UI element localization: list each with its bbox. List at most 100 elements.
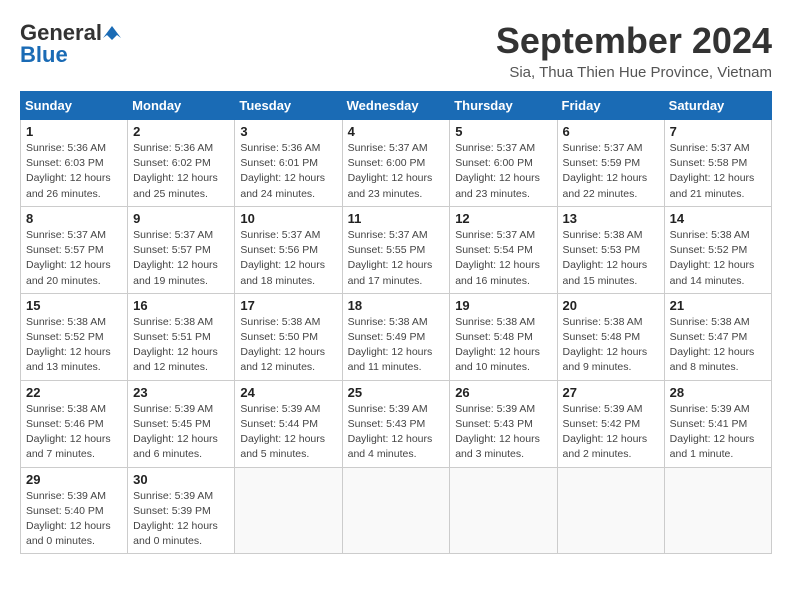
logo-blue: Blue [20,42,68,68]
day-number: 27 [563,385,659,400]
day-info: Sunrise: 5:39 AM Sunset: 5:40 PM Dayligh… [26,489,122,550]
col-header-friday: Friday [557,92,664,120]
calendar-cell: 13 Sunrise: 5:38 AM Sunset: 5:53 PM Dayli… [557,206,664,293]
day-info: Sunrise: 5:39 AM Sunset: 5:43 PM Dayligh… [348,402,445,463]
calendar-cell [664,467,771,554]
day-info: Sunrise: 5:39 AM Sunset: 5:41 PM Dayligh… [670,402,766,463]
calendar-cell: 2Sunrise: 5:36 AM Sunset: 6:02 PM Daylig… [128,120,235,207]
calendar-cell: 3 Sunrise: 5:36 AM Sunset: 6:01 PM Daylig… [235,120,342,207]
day-number: 3 [240,124,336,139]
calendar-cell: 25 Sunrise: 5:39 AM Sunset: 5:43 PM Dayli… [342,380,450,467]
day-number: 1 [26,124,122,139]
day-number: 16 [133,298,229,313]
day-info: Sunrise: 5:39 AM Sunset: 5:45 PM Dayligh… [133,402,229,463]
calendar-week-1: 1 Sunrise: 5:36 AM Sunset: 6:03 PM Daylig… [21,120,772,207]
day-info: Sunrise: 5:37 AM Sunset: 5:59 PM Dayligh… [563,141,659,202]
day-info: Sunrise: 5:38 AM Sunset: 5:49 PM Dayligh… [348,315,445,376]
col-header-sunday: Sunday [21,92,128,120]
col-header-saturday: Saturday [664,92,771,120]
day-number: 21 [670,298,766,313]
day-info: Sunrise: 5:39 AM Sunset: 5:42 PM Dayligh… [563,402,659,463]
day-number: 25 [348,385,445,400]
day-info: Sunrise: 5:37 AM Sunset: 5:57 PM Dayligh… [133,228,229,289]
calendar-cell: 11 Sunrise: 5:37 AM Sunset: 5:55 PM Dayli… [342,206,450,293]
day-number: 22 [26,385,122,400]
day-info: Sunrise: 5:37 AM Sunset: 5:56 PM Dayligh… [240,228,336,289]
day-number: 30 [133,472,229,487]
logo: General Blue [20,20,122,68]
day-number: 14 [670,211,766,226]
col-header-monday: Monday [128,92,235,120]
day-info: Sunrise: 5:38 AM Sunset: 5:47 PM Dayligh… [670,315,766,376]
day-number: 7 [670,124,766,139]
calendar-week-5: 29 Sunrise: 5:39 AM Sunset: 5:40 PM Dayli… [21,467,772,554]
calendar-week-4: 22 Sunrise: 5:38 AM Sunset: 5:46 PM Dayli… [21,380,772,467]
day-number: 28 [670,385,766,400]
calendar-cell: 21 Sunrise: 5:38 AM Sunset: 5:47 PM Dayli… [664,293,771,380]
day-info: Sunrise: 5:37 AM Sunset: 6:00 PM Dayligh… [348,141,445,202]
calendar-cell: 18 Sunrise: 5:38 AM Sunset: 5:49 PM Dayli… [342,293,450,380]
page-header: General Blue September 2024 Sia, Thua Th… [20,20,772,81]
calendar-cell: 6Sunrise: 5:37 AM Sunset: 5:59 PM Daylig… [557,120,664,207]
day-info: Sunrise: 5:38 AM Sunset: 5:52 PM Dayligh… [26,315,122,376]
calendar-header-row: SundayMondayTuesdayWednesdayThursdayFrid… [21,92,772,120]
calendar-cell: 1 Sunrise: 5:36 AM Sunset: 6:03 PM Daylig… [21,120,128,207]
col-header-tuesday: Tuesday [235,92,342,120]
calendar-cell: 5 Sunrise: 5:37 AM Sunset: 6:00 PM Daylig… [450,120,557,207]
calendar-cell: 7 Sunrise: 5:37 AM Sunset: 5:58 PM Daylig… [664,120,771,207]
calendar-cell [557,467,664,554]
day-number: 10 [240,211,336,226]
calendar-cell: 30Sunrise: 5:39 AM Sunset: 5:39 PM Dayli… [128,467,235,554]
day-info: Sunrise: 5:37 AM Sunset: 6:00 PM Dayligh… [455,141,551,202]
day-info: Sunrise: 5:37 AM Sunset: 5:54 PM Dayligh… [455,228,551,289]
day-info: Sunrise: 5:36 AM Sunset: 6:03 PM Dayligh… [26,141,122,202]
day-number: 5 [455,124,551,139]
day-info: Sunrise: 5:38 AM Sunset: 5:52 PM Dayligh… [670,228,766,289]
calendar-cell: 15 Sunrise: 5:38 AM Sunset: 5:52 PM Dayli… [21,293,128,380]
logo-bird-icon [103,24,121,42]
day-number: 11 [348,211,445,226]
day-number: 15 [26,298,122,313]
calendar-cell [235,467,342,554]
day-number: 2 [133,124,229,139]
calendar-cell: 16Sunrise: 5:38 AM Sunset: 5:51 PM Dayli… [128,293,235,380]
calendar-week-3: 15 Sunrise: 5:38 AM Sunset: 5:52 PM Dayli… [21,293,772,380]
day-number: 13 [563,211,659,226]
calendar-cell: 8 Sunrise: 5:37 AM Sunset: 5:57 PM Daylig… [21,206,128,293]
calendar-cell: 19Sunrise: 5:38 AM Sunset: 5:48 PM Dayli… [450,293,557,380]
day-info: Sunrise: 5:38 AM Sunset: 5:53 PM Dayligh… [563,228,659,289]
calendar-cell: 4 Sunrise: 5:37 AM Sunset: 6:00 PM Daylig… [342,120,450,207]
day-number: 24 [240,385,336,400]
day-number: 26 [455,385,551,400]
day-info: Sunrise: 5:38 AM Sunset: 5:46 PM Dayligh… [26,402,122,463]
calendar-cell: 24 Sunrise: 5:39 AM Sunset: 5:44 PM Dayli… [235,380,342,467]
day-number: 20 [563,298,659,313]
day-number: 17 [240,298,336,313]
calendar-cell: 23Sunrise: 5:39 AM Sunset: 5:45 PM Dayli… [128,380,235,467]
calendar-cell: 20Sunrise: 5:38 AM Sunset: 5:48 PM Dayli… [557,293,664,380]
col-header-thursday: Thursday [450,92,557,120]
calendar-week-2: 8 Sunrise: 5:37 AM Sunset: 5:57 PM Daylig… [21,206,772,293]
calendar-cell: 10 Sunrise: 5:37 AM Sunset: 5:56 PM Dayli… [235,206,342,293]
day-info: Sunrise: 5:39 AM Sunset: 5:44 PM Dayligh… [240,402,336,463]
day-number: 18 [348,298,445,313]
day-info: Sunrise: 5:37 AM Sunset: 5:57 PM Dayligh… [26,228,122,289]
day-info: Sunrise: 5:37 AM Sunset: 5:58 PM Dayligh… [670,141,766,202]
day-info: Sunrise: 5:39 AM Sunset: 5:43 PM Dayligh… [455,402,551,463]
calendar-cell: 29 Sunrise: 5:39 AM Sunset: 5:40 PM Dayli… [21,467,128,554]
day-number: 8 [26,211,122,226]
calendar-cell: 12Sunrise: 5:37 AM Sunset: 5:54 PM Dayli… [450,206,557,293]
day-number: 9 [133,211,229,226]
calendar-cell: 28 Sunrise: 5:39 AM Sunset: 5:41 PM Dayli… [664,380,771,467]
day-info: Sunrise: 5:38 AM Sunset: 5:50 PM Dayligh… [240,315,336,376]
col-header-wednesday: Wednesday [342,92,450,120]
day-number: 4 [348,124,445,139]
day-info: Sunrise: 5:37 AM Sunset: 5:55 PM Dayligh… [348,228,445,289]
day-number: 29 [26,472,122,487]
day-info: Sunrise: 5:36 AM Sunset: 6:01 PM Dayligh… [240,141,336,202]
calendar-cell: 22 Sunrise: 5:38 AM Sunset: 5:46 PM Dayli… [21,380,128,467]
calendar-cell: 27 Sunrise: 5:39 AM Sunset: 5:42 PM Dayli… [557,380,664,467]
month-title: September 2024 [496,20,772,62]
day-number: 19 [455,298,551,313]
title-section: September 2024 Sia, Thua Thien Hue Provi… [496,20,772,81]
